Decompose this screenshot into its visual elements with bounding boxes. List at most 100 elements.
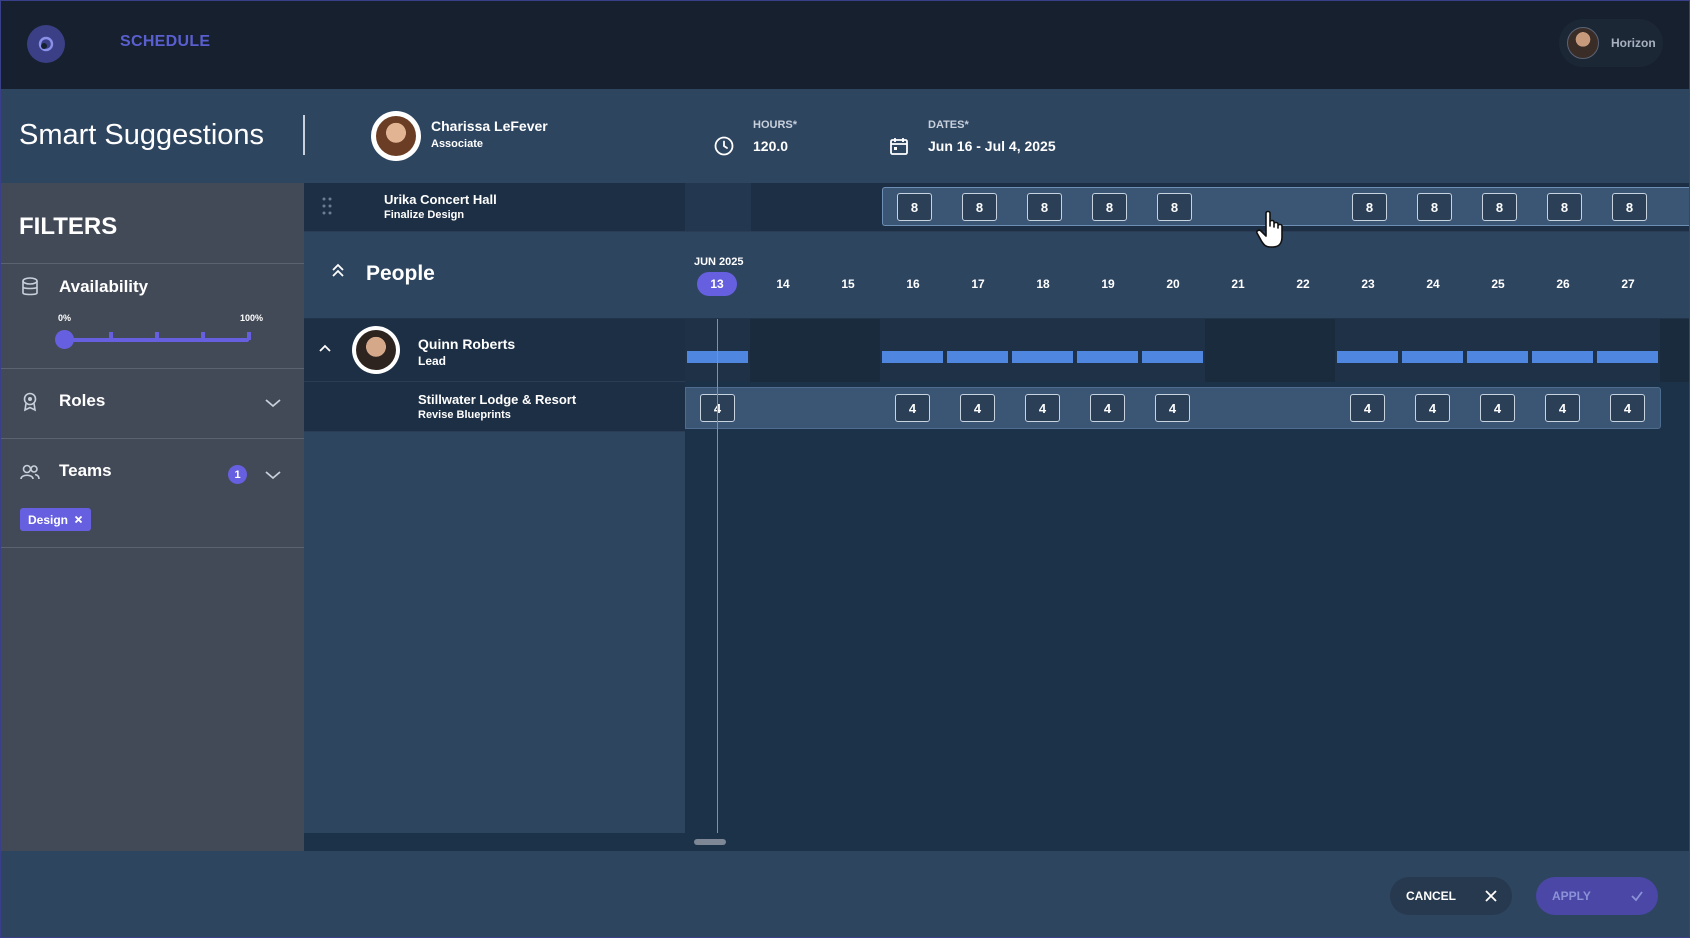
teams-label[interactable]: Teams [59,461,112,481]
slider-tick [109,332,113,340]
day-label[interactable]: 15 [827,272,869,296]
user-menu[interactable]: Horizon [1559,19,1663,67]
remove-chip-icon[interactable] [74,515,83,524]
allocation-block[interactable] [1402,351,1463,363]
hour-box[interactable]: 8 [1352,193,1387,221]
apply-label: APPLY [1552,889,1591,903]
allocation-block[interactable] [1012,351,1073,363]
weekend-shade [1205,319,1335,382]
footer-bar: CANCEL APPLY [1,851,1689,937]
allocation-block[interactable] [1142,351,1203,363]
selected-person-role: Associate [431,138,483,150]
apply-button[interactable]: APPLY [1536,877,1658,915]
cancel-button[interactable]: CANCEL [1390,877,1512,915]
hour-box[interactable]: 4 [1025,394,1060,422]
person-row[interactable]: Quinn Roberts Lead [304,319,685,382]
availability-label: Availability [59,277,149,296]
day-label[interactable]: 21 [1217,272,1259,296]
day-label[interactable]: 18 [1022,272,1064,296]
hour-box[interactable]: 8 [1027,193,1062,221]
chevron-up-icon[interactable] [318,343,332,353]
assignment-allocation-bar[interactable]: 4 4 4 4 4 4 4 4 4 4 4 [685,387,1661,429]
day-label[interactable]: 14 [762,272,804,296]
day-label[interactable]: 24 [1412,272,1454,296]
day-label[interactable]: 22 [1282,272,1324,296]
hour-box[interactable]: 8 [1092,193,1127,221]
day-label[interactable]: 26 [1542,272,1584,296]
person-role: Lead [418,354,447,368]
allocation-block[interactable] [1467,351,1528,363]
users-icon [20,464,40,480]
day-label[interactable]: 27 [1607,272,1649,296]
day-label[interactable]: 16 [892,272,934,296]
people-header: People [304,232,685,319]
weekend-shade [1660,319,1689,382]
allocation-block[interactable] [947,351,1008,363]
allocation-block[interactable] [882,351,943,363]
people-title: People [366,262,435,285]
day-label[interactable]: 20 [1152,272,1194,296]
logo-icon [38,36,54,52]
teams-filter: Teams 1 [1,438,304,548]
database-icon [22,277,38,296]
project-name: Urika Concert Hall [384,192,497,207]
slider-thumb[interactable] [55,330,74,349]
hour-box[interactable]: 4 [1415,394,1450,422]
hour-box[interactable]: 8 [1157,193,1192,221]
slider-tick [247,332,251,340]
calendar-icon [890,138,908,155]
horizontal-scrollbar[interactable] [304,833,1689,851]
assignment-row[interactable]: Stillwater Lodge & Resort Revise Bluepri… [304,382,685,432]
day-label[interactable]: 17 [957,272,999,296]
hour-box[interactable]: 8 [897,193,932,221]
allocation-block[interactable] [1077,351,1138,363]
person-avatar [352,326,400,374]
project-row[interactable]: Urika Concert Hall Finalize Design 8 8 8… [304,183,1689,232]
hour-box[interactable]: 8 [1547,193,1582,221]
check-icon [1631,891,1643,902]
hour-box[interactable]: 4 [1155,394,1190,422]
allocation-block[interactable] [1337,351,1398,363]
hour-box[interactable]: 8 [962,193,997,221]
hour-box[interactable]: 8 [1482,193,1517,221]
dates-value[interactable]: Jun 16 - Jul 4, 2025 [928,138,1056,154]
chevron-down-icon[interactable] [264,397,282,409]
scrollbar-thumb[interactable] [694,839,726,845]
day-label[interactable]: 25 [1477,272,1519,296]
schedule-grid: 4 4 4 4 4 4 4 4 4 4 4 [685,319,1689,833]
weekend-shade [685,183,751,231]
allocation-block[interactable] [1597,351,1658,363]
day-today[interactable]: 13 [697,272,737,296]
person-name: Quinn Roberts [418,336,516,352]
user-name: Horizon [1611,36,1656,50]
hour-box[interactable]: 4 [1610,394,1645,422]
hour-box[interactable]: 4 [1090,394,1125,422]
hour-box[interactable]: 4 [1545,394,1580,422]
top-bar: SCHEDULE Horizon [1,1,1689,89]
selected-person-avatar [371,111,421,161]
clock-icon [714,136,734,156]
selected-person-name: Charissa LeFever [431,118,548,134]
person-allocation-row [685,319,1689,382]
app-logo[interactable] [27,25,65,63]
slider-tick [155,332,159,340]
hour-box[interactable]: 4 [1480,394,1515,422]
allocation-block[interactable] [1532,351,1593,363]
hours-value[interactable]: 120.0 [753,138,788,154]
nav-schedule[interactable]: SCHEDULE [120,33,210,51]
collapse-all-icon[interactable] [330,262,346,280]
user-avatar [1567,27,1599,59]
weekend-shade [750,319,880,382]
chevron-down-icon[interactable] [264,469,282,481]
hour-box[interactable]: 4 [1350,394,1385,422]
hour-box[interactable]: 8 [1417,193,1452,221]
roles-filter[interactable]: Roles [1,368,304,438]
close-icon [1485,890,1497,902]
hour-box[interactable]: 8 [1612,193,1647,221]
app-window: SCHEDULE Horizon Smart Suggestions Chari… [0,0,1690,938]
hour-box[interactable]: 4 [895,394,930,422]
day-label[interactable]: 19 [1087,272,1129,296]
hour-box[interactable]: 4 [960,394,995,422]
day-label[interactable]: 23 [1347,272,1389,296]
drag-handle-icon[interactable] [321,196,333,216]
